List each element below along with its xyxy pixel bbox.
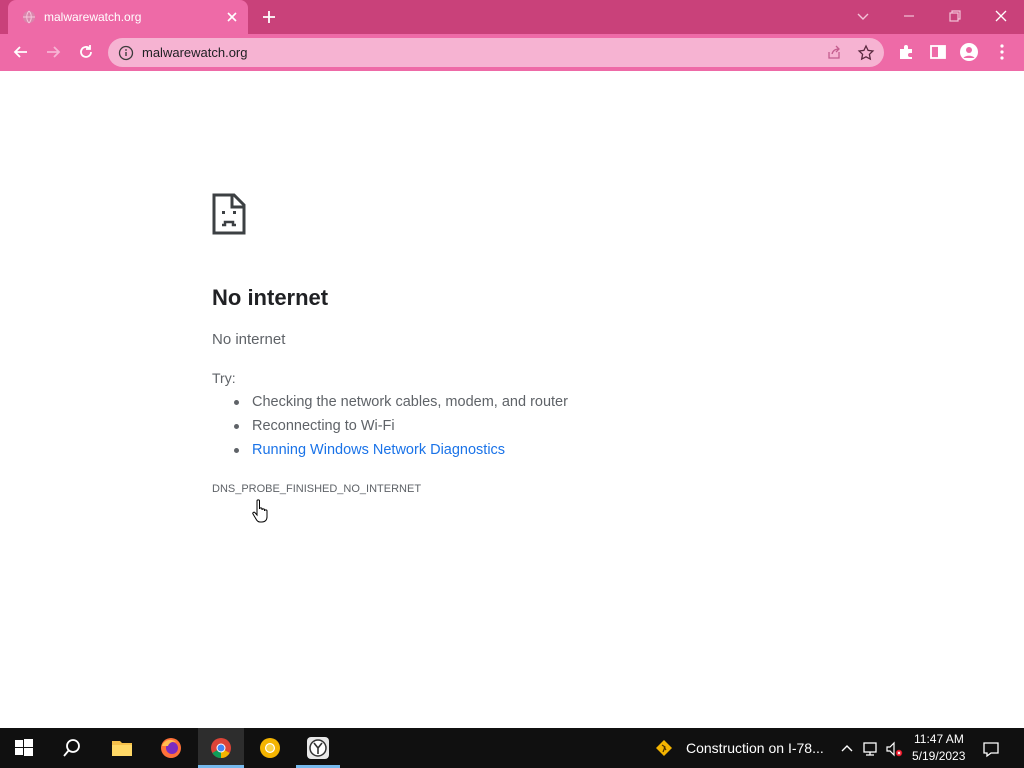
error-subtitle: No internet bbox=[212, 331, 286, 348]
volume-muted-icon[interactable] bbox=[885, 740, 903, 758]
back-arrow-icon[interactable] bbox=[11, 42, 31, 62]
error-code: DNS_PROBE_FINISHED_NO_INTERNET bbox=[212, 483, 422, 495]
start-icon[interactable] bbox=[12, 736, 36, 760]
profile-avatar-icon[interactable] bbox=[959, 42, 979, 62]
clock-time[interactable]: 11:47 AM bbox=[914, 732, 964, 746]
close-tab-icon[interactable] bbox=[224, 9, 240, 25]
suggestion-list: Checking the network cables, modem, and … bbox=[232, 393, 568, 465]
browser-tab[interactable]: malwarewatch.org bbox=[8, 0, 248, 34]
clock-date[interactable]: 5/19/2023 bbox=[912, 749, 965, 763]
browser-toolbar: malwarewatch.org bbox=[0, 34, 1024, 71]
site-info-icon[interactable] bbox=[118, 45, 134, 61]
chrome-canary-icon[interactable] bbox=[258, 736, 282, 760]
suggestion-reconnect-wifi: Reconnecting to Wi-Fi bbox=[232, 417, 568, 441]
sad-page-icon bbox=[212, 193, 246, 235]
restore-icon[interactable] bbox=[945, 6, 965, 26]
windows-taskbar: Construction on I-78... 11:47 AM 5/19/20… bbox=[0, 728, 1024, 768]
chrome-icon[interactable] bbox=[209, 736, 233, 760]
app-clock-icon[interactable] bbox=[306, 736, 330, 760]
url-text[interactable]: malwarewatch.org bbox=[142, 45, 248, 60]
firefox-icon[interactable] bbox=[159, 736, 183, 760]
globe-icon bbox=[23, 10, 35, 24]
tab-title: malwarewatch.org bbox=[44, 10, 142, 24]
tab-strip: malwarewatch.org bbox=[0, 0, 1024, 34]
close-window-icon[interactable] bbox=[991, 6, 1011, 26]
bookmark-star-icon[interactable] bbox=[856, 43, 876, 63]
hand-cursor-icon bbox=[252, 499, 268, 523]
search-icon[interactable] bbox=[60, 736, 84, 760]
error-title: No internet bbox=[212, 285, 329, 310]
new-tab-icon[interactable] bbox=[260, 8, 278, 26]
tray-overflow-chevron-icon[interactable] bbox=[838, 740, 856, 758]
notifications-icon[interactable] bbox=[982, 740, 1000, 758]
minimize-icon[interactable] bbox=[899, 6, 919, 26]
forward-arrow-icon[interactable] bbox=[43, 42, 63, 62]
share-icon[interactable] bbox=[824, 43, 844, 63]
address-bar[interactable]: malwarewatch.org bbox=[108, 38, 884, 67]
traffic-alert-icon[interactable] bbox=[655, 739, 673, 757]
suggestion-check-cables: Checking the network cables, modem, and … bbox=[232, 393, 568, 417]
tab-search-chevron-icon[interactable] bbox=[853, 6, 873, 26]
try-label: Try: bbox=[212, 370, 236, 386]
menu-kebab-icon[interactable] bbox=[992, 42, 1012, 62]
extensions-puzzle-icon[interactable] bbox=[896, 42, 916, 62]
network-icon[interactable] bbox=[862, 740, 880, 758]
page-content: No internet No internet Try: Checking th… bbox=[0, 71, 1024, 728]
side-panel-icon[interactable] bbox=[928, 42, 948, 62]
network-diagnostics-link[interactable]: Running Windows Network Diagnostics bbox=[232, 441, 568, 465]
news-widget-text[interactable]: Construction on I-78... bbox=[686, 740, 824, 756]
file-explorer-icon[interactable] bbox=[110, 736, 134, 760]
reload-icon[interactable] bbox=[76, 42, 96, 62]
